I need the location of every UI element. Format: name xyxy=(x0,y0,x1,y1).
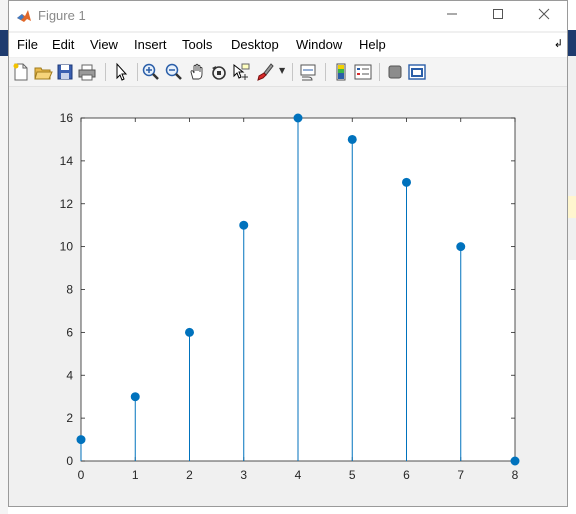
menu-insert[interactable]: Insert xyxy=(134,37,167,52)
toolbar-separator xyxy=(105,63,106,81)
zoom-out-icon[interactable] xyxy=(164,62,184,82)
x-tick-label: 0 xyxy=(78,468,85,482)
show-plot-tools-icon[interactable] xyxy=(407,62,427,82)
pointer-icon[interactable] xyxy=(111,62,131,82)
y-tick-label: 10 xyxy=(60,240,74,254)
window-title: Figure 1 xyxy=(38,8,86,23)
stem-marker xyxy=(130,392,140,402)
y-tick-label: 8 xyxy=(66,283,73,297)
close-button[interactable] xyxy=(521,1,567,31)
menu-tools[interactable]: Tools xyxy=(182,37,212,52)
save-icon[interactable] xyxy=(55,62,75,82)
background-toolbar-strip xyxy=(0,30,8,56)
maximize-button[interactable] xyxy=(475,1,521,31)
x-tick-label: 7 xyxy=(457,468,464,482)
stem-marker xyxy=(402,177,411,187)
y-tick-label: 14 xyxy=(60,154,74,168)
menu-desktop[interactable]: Desktop xyxy=(231,37,279,52)
x-tick-label: 4 xyxy=(295,468,302,482)
menu-window[interactable]: Window xyxy=(296,37,342,52)
insert-legend-icon[interactable] xyxy=(353,62,373,82)
x-tick-label: 6 xyxy=(403,468,410,482)
x-tick-label: 8 xyxy=(512,468,519,482)
x-tick-label: 2 xyxy=(186,468,193,482)
menu-edit[interactable]: Edit xyxy=(52,37,74,52)
stem-marker xyxy=(510,456,520,466)
title-bar[interactable]: Figure 1 xyxy=(9,1,567,31)
brush-icon[interactable] xyxy=(255,62,275,82)
new-figure-icon[interactable] xyxy=(11,62,31,82)
stem-marker xyxy=(239,220,249,230)
y-tick-label: 2 xyxy=(66,411,73,425)
stem-marker xyxy=(347,134,357,144)
y-tick-label: 4 xyxy=(66,368,73,382)
stem-marker xyxy=(456,242,466,252)
figure-window: Figure 1 File Edit View Insert Tools Des… xyxy=(8,0,568,507)
close-icon xyxy=(538,8,550,20)
x-tick-label: 1 xyxy=(132,468,139,482)
menu-overflow-icon[interactable]: ↲ xyxy=(554,37,563,50)
toolbar-separator xyxy=(379,63,380,81)
stem-chart[interactable]: 0 1 2 3 4 5 6 7 80246810121416 xyxy=(9,87,567,507)
background-toolbar-strip-right xyxy=(568,30,576,56)
minimize-button[interactable] xyxy=(429,1,475,31)
minimize-icon xyxy=(447,13,457,15)
background-desktop-right xyxy=(568,30,576,260)
toolbar-separator xyxy=(325,63,326,81)
background-highlight xyxy=(568,196,576,218)
x-tick-label: 5 xyxy=(349,468,356,482)
insert-colorbar-icon[interactable] xyxy=(331,62,351,82)
stem-marker xyxy=(293,113,303,123)
y-tick-label: 0 xyxy=(66,454,73,468)
pan-icon[interactable] xyxy=(187,62,207,82)
y-tick-label: 12 xyxy=(60,197,74,211)
background-desktop-left xyxy=(0,0,8,514)
zoom-in-icon[interactable] xyxy=(141,62,161,82)
y-tick-label: 16 xyxy=(60,111,74,125)
hide-plot-tools-icon[interactable] xyxy=(385,62,405,82)
brush-dropdown-icon[interactable]: ▼ xyxy=(279,66,285,75)
data-cursor-icon[interactable] xyxy=(231,62,251,82)
print-icon[interactable] xyxy=(77,62,97,82)
stem-marker xyxy=(185,327,194,337)
open-file-icon[interactable] xyxy=(33,62,53,82)
matlab-logo-icon xyxy=(17,10,31,22)
menu-bar: File Edit View Insert Tools Desktop Wind… xyxy=(9,33,567,57)
y-tick-label: 6 xyxy=(66,325,73,339)
toolbar-separator xyxy=(292,63,293,81)
stem-marker xyxy=(76,435,86,445)
x-tick-label: 3 xyxy=(240,468,247,482)
menu-view[interactable]: View xyxy=(90,37,118,52)
menu-help[interactable]: Help xyxy=(359,37,386,52)
plot-area: 0 1 2 3 4 5 6 7 8 0 2 4 6 8 10 12 14 16 xyxy=(9,87,567,507)
figure-toolbar: ▼ xyxy=(9,58,567,87)
rotate-3d-icon[interactable] xyxy=(209,62,229,82)
menu-file[interactable]: File xyxy=(17,37,38,52)
maximize-icon xyxy=(493,9,503,19)
toolbar-separator xyxy=(137,63,138,81)
link-plot-icon[interactable] xyxy=(298,62,318,82)
